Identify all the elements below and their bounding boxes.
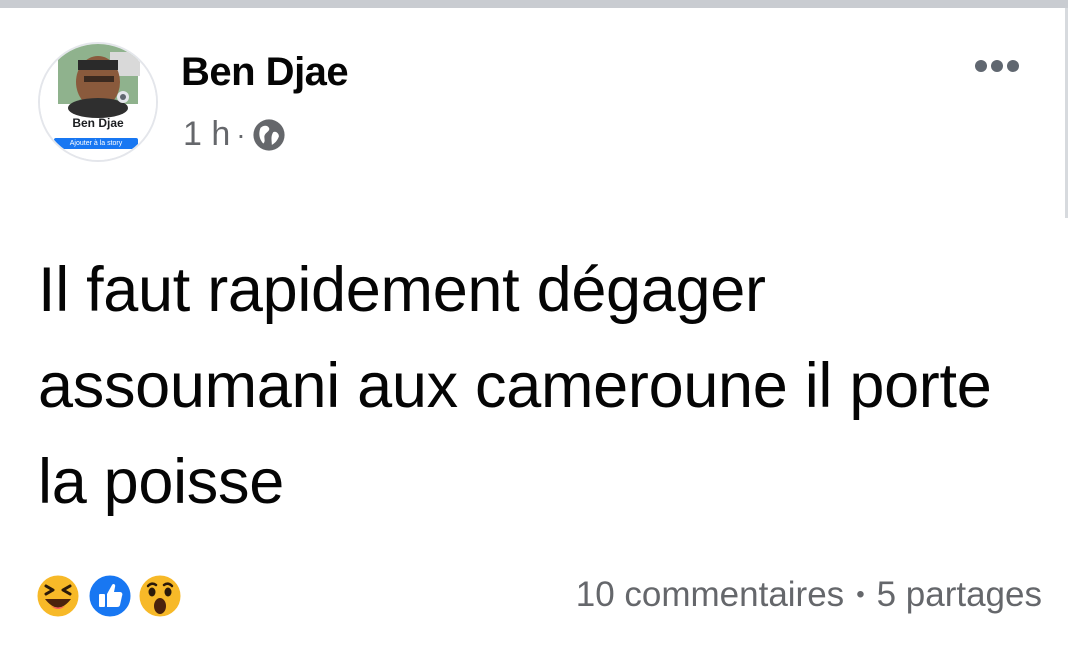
avatar[interactable]: Ben Djae Ajouter à la story <box>38 42 158 162</box>
post-text: Il faut rapidement dégager assoumani aux… <box>38 255 992 517</box>
post-meta: 1 h · <box>183 115 286 154</box>
shares-count[interactable]: 5 partages <box>877 575 1042 615</box>
more-dot-icon <box>975 60 987 72</box>
more-options-button[interactable] <box>975 60 1019 72</box>
add-story-badge[interactable]: Ajouter à la story <box>54 138 138 149</box>
top-divider <box>0 0 1068 8</box>
like-icon <box>86 572 134 620</box>
more-dot-icon <box>991 60 1003 72</box>
avatar-name: Ben Djae <box>72 116 124 130</box>
stats-separator: • <box>856 581 865 608</box>
post-author[interactable]: Ben Djae <box>181 50 349 95</box>
post-time[interactable]: 1 h <box>183 115 230 154</box>
reactions-summary[interactable] <box>34 572 184 620</box>
meta-separator: · <box>236 118 246 150</box>
post-stats: 10 commentaires • 5 partages <box>576 575 1042 615</box>
more-dot-icon <box>1007 60 1019 72</box>
wow-icon <box>136 572 184 620</box>
globe-icon <box>253 118 285 151</box>
haha-icon <box>34 572 82 620</box>
comments-count[interactable]: 10 commentaires <box>576 575 844 615</box>
